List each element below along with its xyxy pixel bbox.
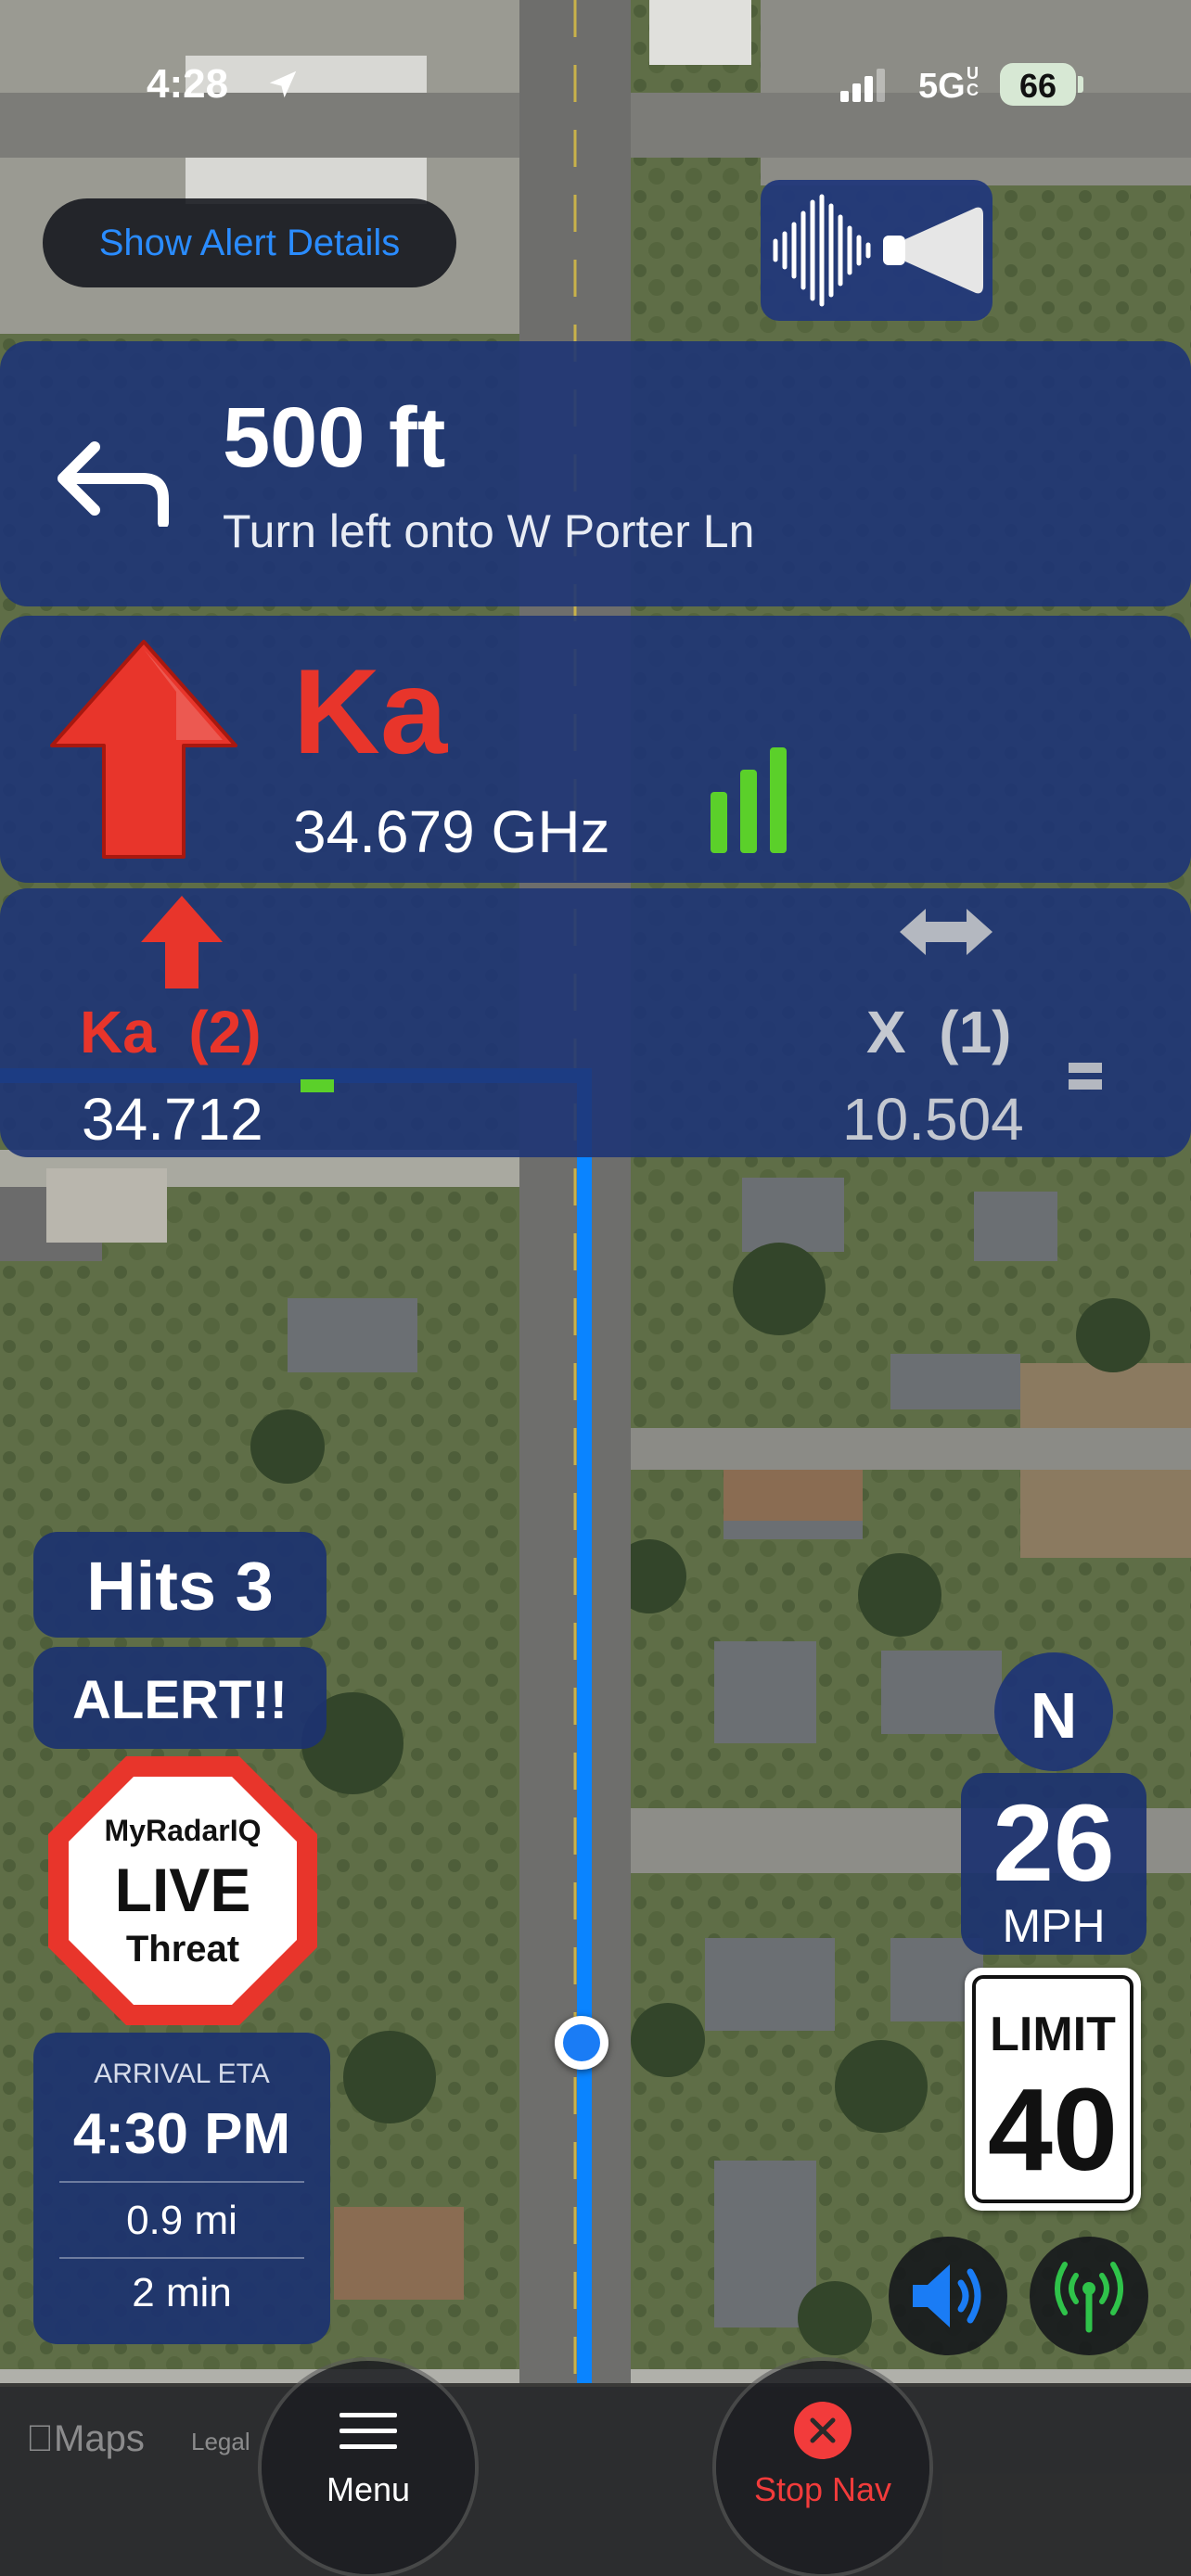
- secondary-alert-ka[interactable]: Ka (2) 34.712: [0, 888, 631, 1157]
- eta-distance: 0.9 mi: [126, 2198, 237, 2243]
- ka-ahead-arrow-icon: [141, 896, 223, 988]
- arrival-eta-panel[interactable]: ARRIVAL ETA 4:30 PM 0.9 mi 2 min: [33, 2033, 330, 2344]
- live-threat-badge[interactable]: MyRadarIQ LIVE Threat: [45, 1753, 321, 2029]
- secondary-x-count: (1): [939, 999, 1012, 1065]
- network-sup: UC: [967, 64, 979, 99]
- signal-strength-icon: [711, 747, 787, 853]
- alert-status: ALERT!!: [33, 1647, 327, 1749]
- speed-limit-sign: LIMIT 40: [965, 1968, 1141, 2211]
- alert-frequency: 34.679 GHz: [293, 798, 610, 865]
- eta-duration: 2 min: [132, 2270, 232, 2315]
- radar-connection-button[interactable]: [1030, 2237, 1148, 2355]
- eta-divider: [59, 2181, 304, 2183]
- battery-icon: 66: [1000, 63, 1076, 106]
- speed-value: 26: [992, 1782, 1115, 1905]
- compass-heading: N: [1030, 1679, 1078, 1752]
- stop-nav-button[interactable]: Stop Nav: [716, 2361, 929, 2574]
- horn-speaker-icon: [883, 207, 983, 294]
- bottom-toolbar: [0, 2387, 1191, 2576]
- x-signal-bar: [1069, 1063, 1102, 1092]
- secondary-ka-band: Ka (2): [80, 998, 262, 1066]
- secondary-ka-band-label: Ka: [80, 999, 156, 1065]
- alert-band: Ka: [293, 644, 448, 779]
- volume-button[interactable]: [889, 2237, 1007, 2355]
- badge-line2: LIVE: [114, 1855, 251, 1924]
- status-time: 4:28: [147, 61, 229, 107]
- hits-label: Hits 3: [86, 1548, 274, 1625]
- speed-unit: MPH: [1002, 1900, 1106, 1952]
- menu-button[interactable]: Menu: [262, 2361, 475, 2574]
- battery-tip: [1078, 76, 1083, 93]
- maps-attribution: Maps: [26, 2418, 145, 2460]
- location-arrow-icon: [269, 70, 297, 98]
- cellular-signal-icon: [840, 69, 885, 102]
- secondary-alert-x[interactable]: X (1) 10.504: [631, 888, 1191, 1157]
- secondary-x-band-label: X: [866, 999, 906, 1065]
- compass-button[interactable]: N: [994, 1652, 1113, 1771]
- audio-alert-button[interactable]: [761, 180, 992, 321]
- legal-link[interactable]: Legal: [191, 2428, 250, 2456]
- badge-line3: Threat: [125, 1929, 240, 1970]
- alert-status-label: ALERT!!: [72, 1670, 288, 1730]
- threat-ahead-arrow-icon: [50, 640, 237, 859]
- menu-label: Menu: [326, 2470, 411, 2508]
- show-alert-details-label: Show Alert Details: [98, 223, 401, 263]
- x-side-arrow-icon: [900, 909, 992, 955]
- turn-distance: 500 ft: [223, 390, 446, 485]
- sound-wave-icon: [773, 194, 871, 307]
- hamburger-menu-icon: [339, 2413, 397, 2449]
- turn-instruction-panel[interactable]: 500 ft Turn left onto W Porter Ln: [0, 341, 1191, 606]
- hits-counter: Hits 3: [33, 1532, 327, 1638]
- network-type: 5G: [918, 67, 966, 106]
- eta-label: ARRIVAL ETA: [94, 2059, 270, 2089]
- secondary-x-frequency: 10.504: [842, 1086, 1024, 1153]
- speed-limit-label: LIMIT: [990, 2008, 1116, 2061]
- turn-instruction: Turn left onto W Porter Ln: [223, 505, 755, 557]
- secondary-x-band: X (1): [866, 998, 1011, 1066]
- speaker-volume-icon: [913, 2264, 981, 2327]
- stop-icon: [794, 2402, 852, 2459]
- turn-left-arrow-icon: [58, 441, 169, 527]
- current-location-dot: [555, 2016, 608, 2070]
- antenna-broadcast-icon: [1055, 2262, 1123, 2333]
- stop-nav-label: Stop Nav: [753, 2470, 892, 2508]
- badge-line1: MyRadarIQ: [104, 1814, 262, 1847]
- eta-divider: [59, 2257, 304, 2259]
- secondary-ka-frequency: 34.712: [82, 1086, 263, 1153]
- maps-attribution-label: Maps: [26, 2418, 145, 2459]
- main-alert-panel[interactable]: Ka 34.679 GHz: [0, 616, 1191, 883]
- secondary-ka-count: (2): [188, 999, 262, 1065]
- speed-limit-value: 40: [987, 2064, 1119, 2195]
- battery-level: 66: [1018, 67, 1057, 105]
- ka-signal-bar: [301, 1079, 334, 1092]
- speed-display: 26 MPH: [961, 1773, 1146, 1955]
- show-alert-details-button[interactable]: Show Alert Details: [43, 198, 456, 287]
- status-bar: 4:28 5G UC 66: [0, 56, 1191, 121]
- eta-time: 4:30 PM: [72, 2102, 291, 2166]
